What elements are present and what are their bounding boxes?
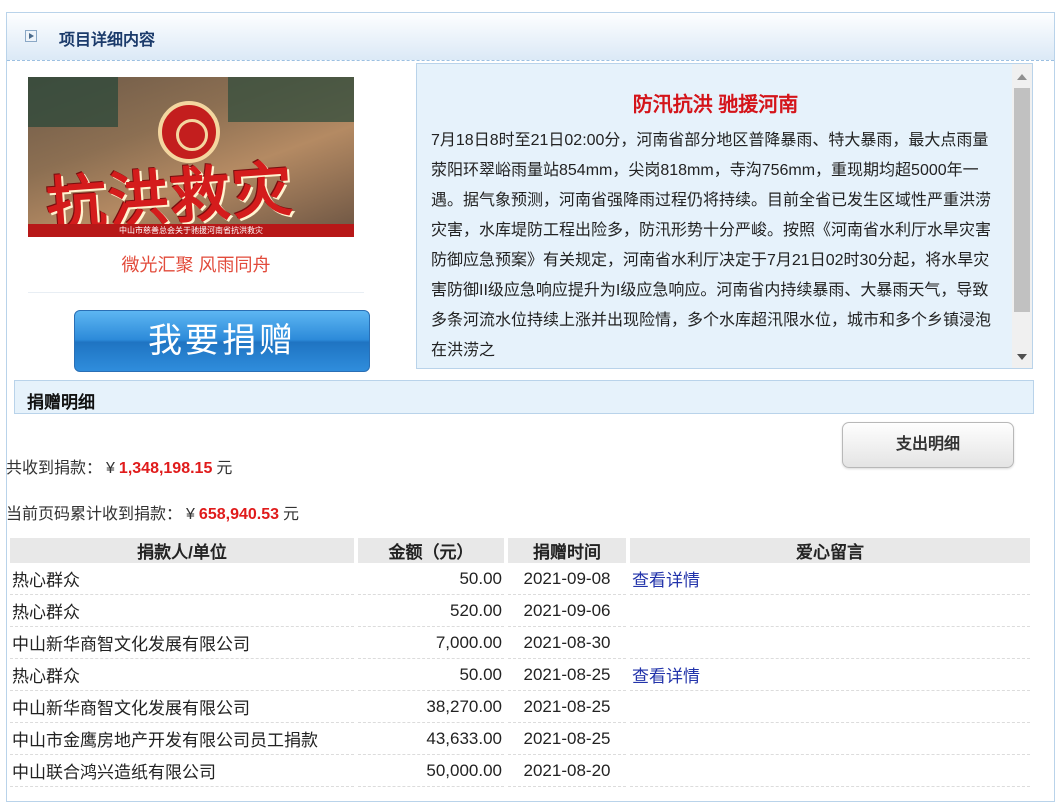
slogan: 微光汇聚 风雨同舟 [121, 255, 271, 275]
message-cell: 查看详情 [630, 659, 1030, 691]
donor-cell: 中山市金鹰房地产开发有限公司员工捐款 [10, 723, 354, 755]
news-scrollbar[interactable] [1012, 64, 1032, 368]
total-received: 共收到捐款： ¥1,348,198.15 元 [6, 454, 232, 478]
news-title: 防汛抗洪 驰援河南 [632, 94, 799, 116]
message-cell [630, 595, 1030, 627]
table-row: 热心群众 50.00 2021-08-25 查看详情 [10, 659, 1030, 691]
total-amount: 1,348,198.15 [118, 460, 213, 477]
amount-cell: 38,270.00 [358, 691, 504, 723]
flood-relief-banner-image: 抗洪救灾 中山市慈善总会关于驰援河南省抗洪救灾 [28, 77, 354, 237]
amount-cell: 50.00 [358, 659, 504, 691]
donor-cell: 中山新华商智文化发展有限公司 [10, 691, 354, 723]
date-cell: 2021-09-06 [508, 595, 626, 627]
col-date: 捐赠时间 [508, 538, 626, 563]
news-body: 7月18日8时至21日02:00分，河南省部分地区普降暴雨、特大暴雨，最大点雨量… [431, 132, 992, 359]
panel-title: 项目详细内容 [59, 32, 156, 49]
date-cell: 2021-08-25 [508, 691, 626, 723]
amount-cell: 50.00 [358, 563, 504, 595]
panel-header: 项目详细内容 [7, 13, 1054, 61]
table-row: 中山联合鸿兴造纸有限公司 50,000.00 2021-08-20 [10, 755, 1030, 787]
date-cell: 2021-08-30 [508, 627, 626, 659]
donation-detail-header: 捐赠明细 [14, 380, 1034, 414]
scroll-down-icon[interactable] [1017, 354, 1027, 360]
date-cell: 2021-09-08 [508, 563, 626, 595]
table-row: 热心群众 50.00 2021-09-08 查看详情 [10, 563, 1030, 595]
date-cell: 2021-08-20 [508, 755, 626, 787]
amount-cell: 7,000.00 [358, 627, 504, 659]
col-donor: 捐款人/单位 [10, 538, 354, 563]
table-header-row: 捐款人/单位 金额（元） 捐赠时间 爱心留言 [10, 538, 1030, 563]
banner-strip-text: 中山市慈善总会关于驰援河南省抗洪救灾 [28, 224, 354, 237]
date-cell: 2021-08-25 [508, 659, 626, 691]
banner-image-text: 抗洪救灾 [44, 154, 297, 237]
amount-cell: 520.00 [358, 595, 504, 627]
message-cell: 查看详情 [630, 563, 1030, 595]
currency-symbol: ¥ [106, 460, 115, 477]
donor-cell: 热心群众 [10, 563, 354, 595]
news-content-box[interactable]: 防汛抗洪 驰援河南 7月18日8时至21日02:00分，河南省部分地区普降暴雨、… [416, 63, 1033, 369]
donation-detail-title: 捐赠明细 [27, 393, 95, 412]
col-message: 爱心留言 [630, 538, 1030, 563]
currency-symbol: ¥ [186, 506, 195, 523]
view-details-link[interactable]: 查看详情 [632, 667, 700, 686]
table-row: 热心群众 520.00 2021-09-06 [10, 595, 1030, 627]
donor-cell: 热心群众 [10, 659, 354, 691]
col-amount: 金额（元） [358, 538, 504, 563]
date-cell: 2021-08-25 [508, 723, 626, 755]
divider [28, 292, 364, 293]
table-row: 中山新华商智文化发展有限公司 38,270.00 2021-08-25 [10, 691, 1030, 723]
page-total-received: 当前页码累计收到捐款： ¥658,940.53 元 [6, 500, 299, 524]
scroll-up-icon[interactable] [1017, 74, 1027, 80]
message-cell [630, 691, 1030, 723]
donor-cell: 热心群众 [10, 595, 354, 627]
table-row: 中山新华商智文化发展有限公司 7,000.00 2021-08-30 [10, 627, 1030, 659]
message-cell [630, 723, 1030, 755]
unit: 元 [216, 460, 233, 477]
message-cell [630, 755, 1030, 787]
donation-table: 捐款人/单位 金额（元） 捐赠时间 爱心留言 热心群众 50.00 2021-09-… [6, 538, 1034, 787]
page-total-label: 当前页码累计收到捐款： [6, 506, 183, 523]
unit: 元 [283, 506, 300, 523]
expense-detail-button[interactable]: 支出明细 [842, 422, 1014, 468]
amount-cell: 43,633.00 [358, 723, 504, 755]
page-total-amount: 658,940.53 [198, 506, 279, 523]
table-row: 中山市金鹰房地产开发有限公司员工捐款 43,633.00 2021-08-25 [10, 723, 1030, 755]
view-details-link[interactable]: 查看详情 [632, 571, 700, 590]
total-label: 共收到捐款： [6, 460, 103, 477]
donor-cell: 中山联合鸿兴造纸有限公司 [10, 755, 354, 787]
donor-cell: 中山新华商智文化发展有限公司 [10, 627, 354, 659]
expand-arrow-icon[interactable] [25, 30, 37, 42]
amount-cell: 50,000.00 [358, 755, 504, 787]
scroll-thumb[interactable] [1014, 88, 1030, 312]
donate-button[interactable]: 我要捐赠 [74, 310, 370, 372]
message-cell [630, 627, 1030, 659]
